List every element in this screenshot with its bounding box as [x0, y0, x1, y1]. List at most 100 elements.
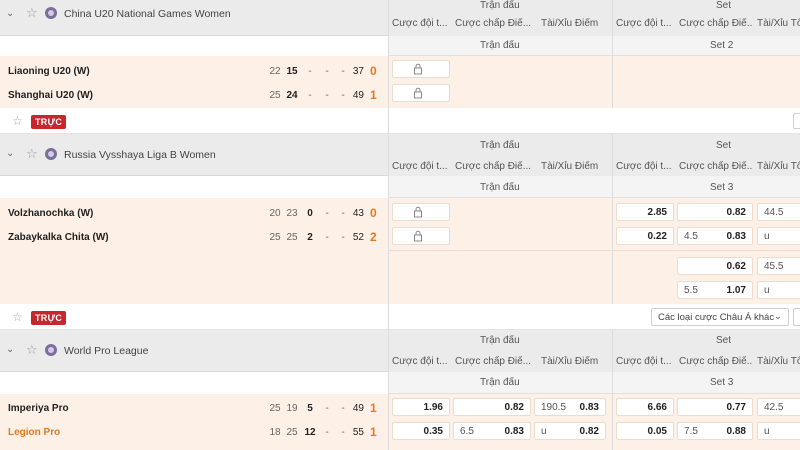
column-divider [612, 330, 613, 450]
col-handicap: Cược chấp Điể... [455, 356, 532, 367]
odds-cell-ou[interactable]: 190.5 0.83 [534, 398, 606, 416]
col-set-moneyline: Cược đội t... [616, 18, 672, 29]
odds-cell-set-ml[interactable]: 2.85 [616, 203, 674, 221]
bet-type-select[interactable]: Các loại cược Châu Á khác ⌄ [651, 308, 789, 326]
odds-cell-set-hcp[interactable]: 4.5 0.83 [677, 227, 753, 245]
odds-cell-set-ou[interactable]: u [757, 227, 800, 245]
set-score: 20 [269, 208, 281, 219]
odds-value: 1.96 [423, 402, 443, 413]
odds-value: 2.85 [647, 207, 667, 218]
chevron-down-icon[interactable]: ⌄ [6, 8, 14, 19]
sets-won: 2 [370, 230, 377, 244]
odds-value: 0.05 [647, 426, 667, 437]
total-line: u [764, 231, 770, 242]
odds-value: 0.35 [423, 426, 443, 437]
sub-header [388, 176, 800, 198]
handicap-line: 6.5 [460, 426, 474, 437]
odds-value: 0.82 [726, 207, 746, 218]
odds-cell-hcp[interactable]: 0.82 [453, 398, 531, 416]
odds-cell-set-ou[interactable]: u [757, 422, 800, 440]
sub-set: Set 3 [710, 182, 734, 193]
set-score: - [325, 427, 329, 438]
odds-cell-ml[interactable]: 1.96 [392, 398, 450, 416]
star-icon[interactable]: ☆ [12, 114, 23, 128]
odds-cell-ml[interactable]: 0.35 [392, 422, 450, 440]
league-name: World Pro League [64, 345, 149, 357]
odds-cell-set-ml[interactable]: 6.66 [616, 398, 674, 416]
star-icon[interactable]: ☆ [12, 310, 23, 324]
col-match: Trận đấu [480, 0, 520, 11]
odds-cell-set-ou[interactable]: u [757, 281, 800, 299]
odds-value: 0.82 [579, 426, 599, 437]
set-score: 25 [269, 232, 281, 243]
total-line: 44.5 [764, 207, 784, 218]
column-divider [388, 0, 389, 450]
col-set-over-under: Tài/Xỉu Tô [757, 18, 800, 29]
sub-set: Set 3 [710, 377, 734, 388]
sets-won: 0 [370, 206, 377, 220]
odds-cell-set-hcp[interactable]: 0.77 [677, 398, 753, 416]
chevron-down-icon[interactable]: ⌄ [6, 344, 14, 355]
col-moneyline: Cược đội t... [392, 18, 448, 29]
odds-cell-set-ou[interactable]: 45.5 [757, 257, 800, 275]
locked-odds-cell[interactable] [392, 84, 450, 102]
team-away[interactable]: Legion Pro [8, 427, 60, 438]
odds-cell-set-ou[interactable]: 42.5 [757, 398, 800, 416]
lock-icon [414, 206, 422, 218]
col-set-over-under: Tài/Xỉu Tô [757, 161, 800, 172]
team-home[interactable]: Liaoning U20 (W) [8, 66, 90, 77]
odds-value: 0.83 [726, 231, 746, 242]
odds-cell-set-ml[interactable]: 0.05 [616, 422, 674, 440]
sets-won: 1 [370, 425, 377, 439]
handicap-line: 4.5 [684, 231, 698, 242]
team-away[interactable]: Shanghai U20 (W) [8, 90, 93, 101]
col-handicap: Cược chấp Điể... [455, 161, 532, 172]
set-score: 22 [269, 66, 281, 77]
locked-odds-cell[interactable] [392, 203, 450, 221]
col-over-under: Tài/Xỉu Điểm [541, 18, 599, 29]
star-icon[interactable]: ☆ [26, 5, 38, 21]
sub-set: Set 2 [710, 40, 734, 51]
league-logo-icon [45, 7, 57, 19]
set-score: - [325, 403, 329, 414]
col-over-under: Tài/Xỉu Điểm [541, 356, 599, 367]
odds-cell-set-ml[interactable]: 0.22 [616, 227, 674, 245]
live-row: ☆ TRỰC Các loại cược Châu Á khác ⌄ [0, 304, 800, 330]
odds-cell-set-hcp[interactable]: 5.5 1.07 [677, 281, 753, 299]
set-score: 19 [286, 403, 298, 414]
team-home[interactable]: Volzhanochka (W) [8, 208, 93, 219]
total-line: 42.5 [764, 402, 784, 413]
team-away[interactable]: Zabaykalka Chita (W) [8, 232, 109, 243]
sub-match: Trận đấu [480, 40, 520, 51]
odds-cell-set-ou[interactable]: 44.5 [757, 203, 800, 221]
handicap-line: 5.5 [684, 285, 698, 296]
bet-slip-checkbox[interactable] [793, 308, 800, 326]
bet-slip-checkbox[interactable] [793, 113, 800, 129]
col-set: Set [716, 0, 732, 11]
chevron-down-icon[interactable]: ⌄ [6, 148, 14, 159]
odds-cell-hcp[interactable]: 6.5 0.83 [453, 422, 531, 440]
star-icon[interactable]: ☆ [26, 342, 38, 358]
odds-cell-set-hcp[interactable]: 0.82 [677, 203, 753, 221]
set-score: - [325, 208, 329, 219]
odds-cell-set-hcp[interactable]: 7.5 0.88 [677, 422, 753, 440]
locked-odds-cell[interactable] [392, 60, 450, 78]
col-over-under: Tài/Xỉu Điểm [541, 161, 599, 172]
odds-value: 0.62 [726, 261, 746, 272]
odds-cell-set-hcp[interactable]: 0.62 [677, 257, 753, 275]
locked-odds-cell[interactable] [392, 227, 450, 245]
league-name: China U20 National Games Women [64, 8, 231, 20]
bet-type-select-value: Các loại cược Châu Á khác [658, 312, 775, 323]
star-icon[interactable]: ☆ [26, 146, 38, 162]
column-divider [612, 0, 613, 108]
live-badge: TRỰC [31, 311, 67, 325]
odds-value: 0.83 [579, 402, 599, 413]
league-name: Russia Vysshaya Liga B Women [64, 149, 216, 161]
total-points: 55 [352, 427, 364, 438]
team-home[interactable]: Imperiya Pro [8, 403, 69, 414]
chevron-down-icon: ⌄ [774, 311, 782, 322]
col-moneyline: Cược đội t... [392, 356, 448, 367]
total-points: 43 [352, 208, 364, 219]
odds-cell-ou[interactable]: u 0.82 [534, 422, 606, 440]
live-badge: TRỰC [31, 115, 67, 129]
